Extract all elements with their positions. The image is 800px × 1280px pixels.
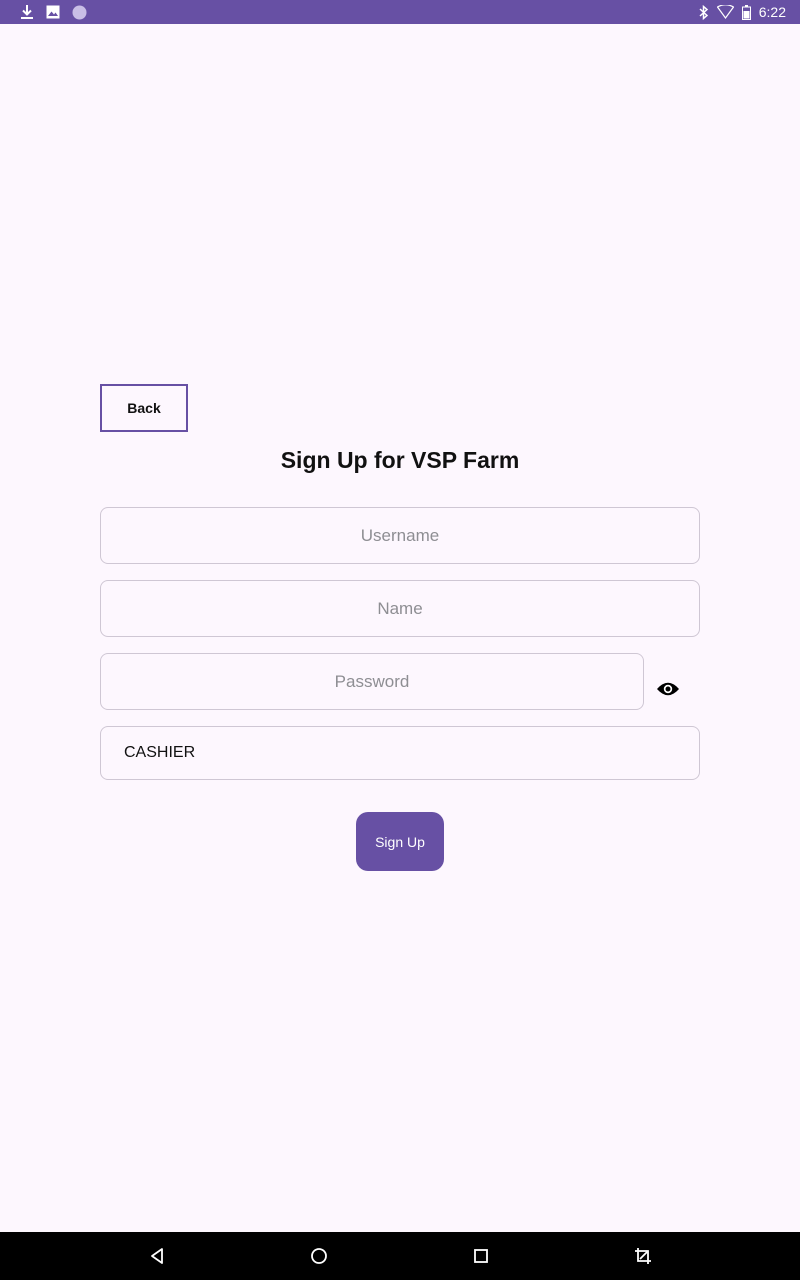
username-input[interactable] — [100, 507, 700, 564]
sync-circle-icon — [72, 5, 87, 20]
bluetooth-icon — [699, 4, 709, 20]
back-button[interactable]: Back — [100, 384, 188, 432]
battery-icon — [741, 4, 751, 20]
page-title: Sign Up for VSP Farm — [280, 447, 520, 473]
password-visibility-toggle[interactable] — [652, 675, 684, 703]
back-triangle-icon — [149, 1247, 165, 1265]
nav-back-button[interactable] — [145, 1244, 169, 1268]
recents-square-icon — [473, 1248, 489, 1264]
sign-up-button[interactable]: Sign Up — [356, 812, 444, 871]
role-dropdown-value: CASHIER — [124, 744, 196, 761]
download-icon — [20, 4, 34, 20]
home-circle-icon — [310, 1247, 328, 1265]
status-time: 6:22 — [758, 4, 786, 20]
status-left-icons — [20, 4, 87, 20]
status-bar: 6:22 — [0, 0, 800, 24]
image-icon — [46, 5, 60, 19]
eye-icon — [656, 681, 680, 697]
navigation-bar — [0, 1232, 800, 1280]
nav-home-button[interactable] — [307, 1244, 331, 1268]
role-dropdown[interactable]: CASHIER — [100, 726, 700, 780]
screenshot-edit-icon — [634, 1247, 652, 1265]
nav-screenshot-button[interactable] — [631, 1244, 655, 1268]
status-right-icons: 6:22 — [699, 4, 786, 20]
name-input[interactable] — [100, 580, 700, 637]
wifi-icon — [716, 5, 734, 19]
nav-recents-button[interactable] — [469, 1244, 493, 1268]
password-input[interactable] — [100, 653, 644, 710]
